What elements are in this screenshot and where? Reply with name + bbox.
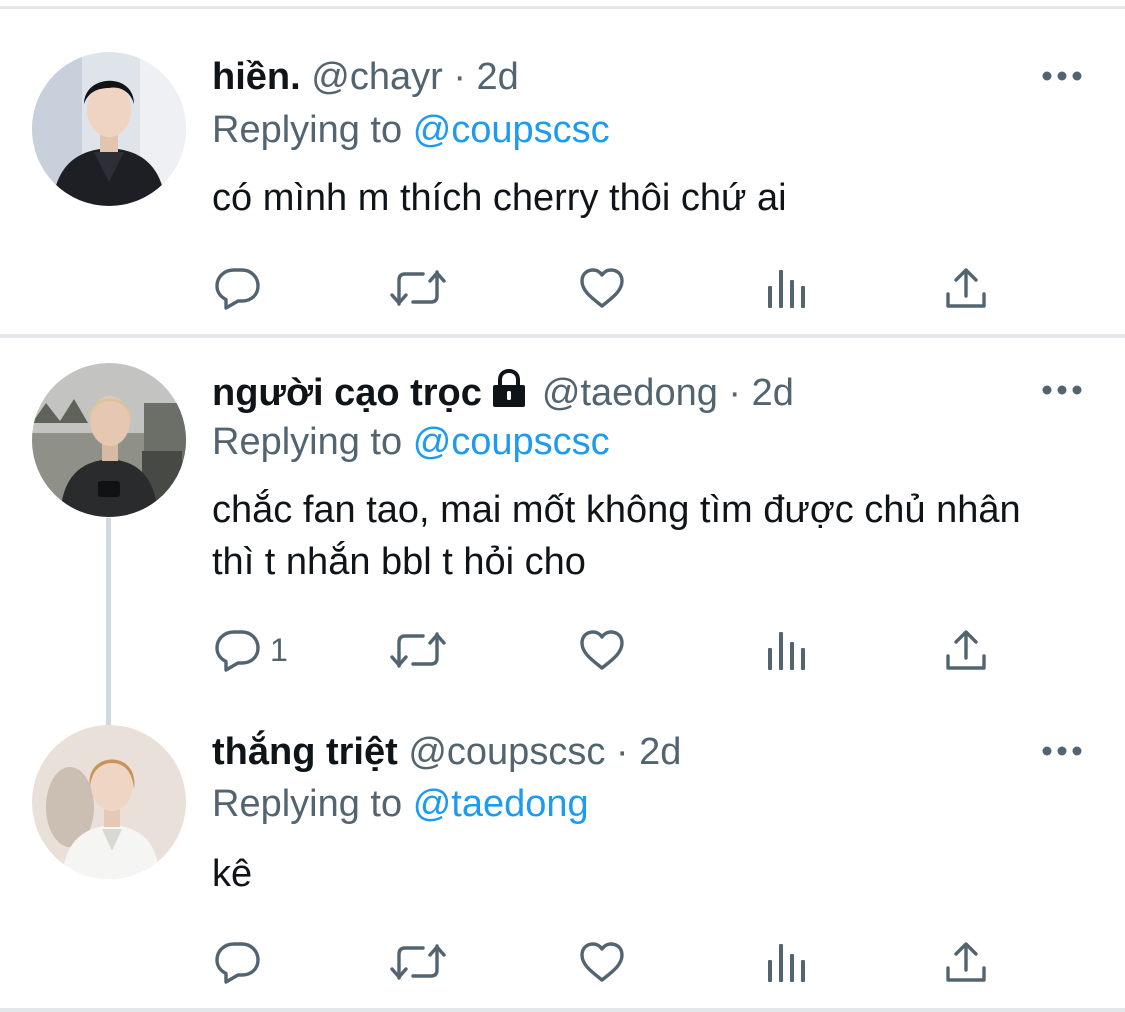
separator-dot: · <box>728 372 742 414</box>
like-button[interactable] <box>578 937 626 987</box>
action-bar <box>212 937 1032 987</box>
reply-icon <box>215 942 260 984</box>
reply-icon <box>215 268 260 310</box>
more-button[interactable] <box>1040 66 1084 86</box>
retweet-button[interactable] <box>389 937 447 987</box>
analytics-icon <box>768 632 805 670</box>
share-icon <box>946 630 986 670</box>
reply-icon <box>215 630 260 672</box>
replying-to: Replying to @coupscsc <box>212 417 610 467</box>
tweet-header: hiền. @chayr · 2d <box>212 52 519 102</box>
like-button[interactable] <box>578 625 626 675</box>
action-bar: 1 <box>212 625 1032 675</box>
heart-icon <box>580 268 624 308</box>
tweet-3[interactable]: thắng triệt @coupscsc · 2d Replying to @… <box>0 698 1125 1008</box>
user-handle[interactable]: @coupscsc <box>408 731 605 773</box>
display-name[interactable]: người cạo trọc <box>212 372 482 414</box>
share-icon <box>946 942 986 982</box>
replying-prefix: Replying to <box>212 421 403 463</box>
tweet-1[interactable]: hiền. @chayr · 2d Replying to @coupscsc … <box>0 0 1125 334</box>
replying-prefix: Replying to <box>212 109 403 151</box>
reply-button[interactable] <box>214 937 270 987</box>
lock-icon <box>492 369 525 407</box>
timestamp[interactable]: 2d <box>639 731 681 773</box>
avatar[interactable] <box>32 725 186 879</box>
reply-count: 1 <box>270 631 288 668</box>
more-icon <box>1042 71 1082 81</box>
user-handle[interactable]: @chayr <box>311 56 443 98</box>
replying-prefix: Replying to <box>212 783 403 825</box>
tweet-2[interactable]: người cạo trọc @taedong · 2d Replying to… <box>0 338 1125 728</box>
replying-to: Replying to @coupscsc <box>212 105 610 155</box>
timestamp[interactable]: 2d <box>477 56 519 98</box>
retweet-icon <box>390 270 446 306</box>
reply-button[interactable]: 1 <box>214 625 288 675</box>
replying-to-mention[interactable]: @coupscsc <box>413 109 610 151</box>
retweet-icon <box>390 944 446 980</box>
display-name[interactable]: hiền. <box>212 56 301 98</box>
tweet-header: người cạo trọc @taedong · 2d <box>212 368 794 418</box>
share-button[interactable] <box>943 625 989 675</box>
bottom-divider <box>0 1008 1125 1012</box>
avatar[interactable] <box>32 363 186 517</box>
heart-icon <box>580 630 624 670</box>
action-bar <box>212 263 1032 313</box>
more-icon <box>1042 385 1082 395</box>
more-button[interactable] <box>1040 380 1084 400</box>
retweet-button[interactable] <box>389 263 447 313</box>
replying-to-mention[interactable]: @coupscsc <box>413 421 610 463</box>
more-icon <box>1042 746 1082 756</box>
tweet-text: có mình m thích cherry thôi chứ ai <box>212 177 787 219</box>
avatar[interactable] <box>32 52 186 206</box>
separator-dot: · <box>615 731 629 773</box>
thread-line <box>106 518 111 728</box>
reply-button[interactable] <box>214 263 270 313</box>
retweet-button[interactable] <box>389 625 447 675</box>
separator-dot: · <box>453 56 466 98</box>
heart-icon <box>580 942 624 982</box>
share-button[interactable] <box>943 937 989 987</box>
tweet-text: chắc fan tao, mai mốt không tìm được chủ… <box>212 489 1021 583</box>
like-button[interactable] <box>578 263 626 313</box>
analytics-icon <box>768 944 805 982</box>
analytics-button[interactable] <box>765 263 807 313</box>
share-button[interactable] <box>943 263 989 313</box>
user-handle[interactable]: @taedong <box>542 372 718 414</box>
more-button[interactable] <box>1040 741 1084 761</box>
analytics-button[interactable] <box>765 937 807 987</box>
replying-to-mention[interactable]: @taedong <box>413 783 589 825</box>
display-name[interactable]: thắng triệt <box>212 731 398 773</box>
share-icon <box>946 268 986 308</box>
analytics-icon <box>768 270 805 308</box>
timestamp[interactable]: 2d <box>752 372 794 414</box>
tweet-text: kê <box>212 853 253 895</box>
replying-to: Replying to @taedong <box>212 779 589 829</box>
tweet-header: thắng triệt @coupscsc · 2d <box>212 727 681 777</box>
retweet-icon <box>390 632 446 668</box>
analytics-button[interactable] <box>765 625 807 675</box>
